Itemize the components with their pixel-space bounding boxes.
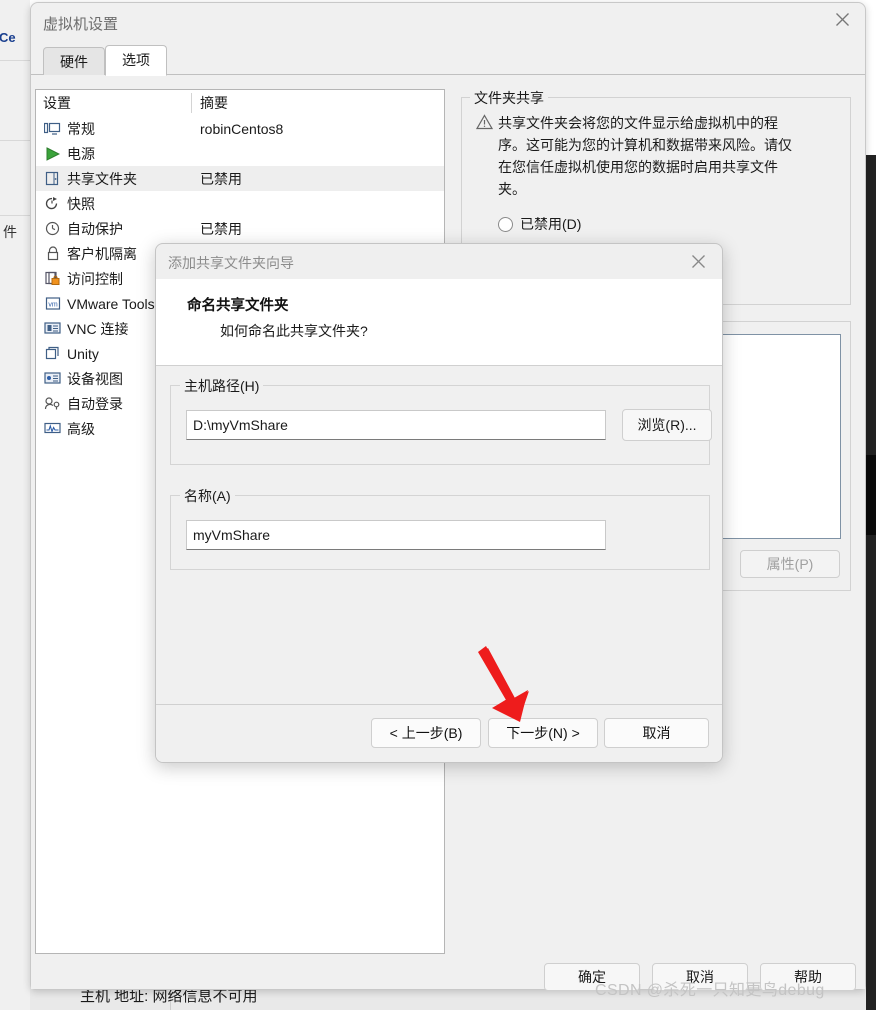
window-title: 虚拟机设置 [43,13,118,34]
close-icon[interactable] [678,247,718,275]
folder-sharing-warning-text: 共享文件夹会将您的文件显示给虚拟机中的程序。这可能为您的计算机和数据带来风险。请… [498,112,798,200]
radio-disabled[interactable]: 已禁用(D) [498,214,581,234]
column-header-setting: 设置 [36,93,191,113]
folder-icon [43,170,62,187]
background-divider [0,140,30,141]
host-path-group: 主机路径(H) D:\myVmShare 浏览(R)... [170,385,710,465]
settings-row-label: 设备视图 [67,369,123,389]
access-lock-icon [43,270,62,287]
watermark-text: CSDN @杀死一只知更鸟debug [595,976,825,1000]
radio-disabled-label: 已禁用(D) [520,214,581,234]
tabstrip: 硬件 选项 [31,43,865,75]
settings-row-label: 常规 [67,119,95,139]
settings-row-label: 自动登录 [67,394,123,414]
svg-text:vm: vm [48,302,58,309]
unity-icon [43,345,62,362]
name-group: 名称(A) myVmShare [170,495,710,570]
snapshot-icon [43,195,62,212]
wizard-body: 主机路径(H) D:\myVmShare 浏览(R)... 名称(A) myVm… [156,367,722,704]
background-divider [0,60,30,61]
properties-button[interactable]: 属性(P) [740,550,840,578]
monitor-icon [43,120,62,137]
background-status-text: 主机 地址: 网络信息不可用 [80,990,258,1006]
background-left-strip [0,0,30,1010]
column-header-summary: 摘要 [191,93,228,113]
settings-row-label: 客户机隔离 [67,244,137,264]
settings-row-general[interactable]: 常规 robinCentos8 [36,116,444,141]
wizard-title: 添加共享文件夹向导 [168,253,294,273]
lock-icon [43,245,62,262]
next-button[interactable]: 下一步(N) > [488,718,598,748]
settings-list-header: 设置 摘要 [36,90,444,116]
settings-row-shared-folders[interactable]: 共享文件夹 已禁用 [36,166,444,191]
clock-icon [43,220,62,237]
settings-row-label: VNC 连接 [67,319,128,339]
background-divider [0,215,30,216]
background-status-text-clip: 主机 地址: 网络信息不可用 [80,990,500,1010]
advanced-icon [43,420,62,437]
background-partial-label: Ce [0,30,16,45]
settings-row-power[interactable]: 电源 [36,141,444,166]
tab-hardware[interactable]: 硬件 [43,47,105,76]
close-icon[interactable] [819,3,865,35]
auto-login-icon [43,395,62,412]
name-input[interactable]: myVmShare [186,520,606,550]
wizard-subheading: 如何命名此共享文件夹? [220,321,368,341]
warning-triangle-icon [476,112,498,200]
settings-row-summary: robinCentos8 [191,121,283,137]
settings-row-label: 访问控制 [67,269,123,289]
settings-row-label: VMware Tools [67,296,155,312]
add-shared-folder-wizard: 添加共享文件夹向导 命名共享文件夹 如何命名此共享文件夹? 主机路径(H) D:… [155,243,723,763]
radio-circle-icon [498,217,513,232]
folder-sharing-group-title: 文件夹共享 [470,88,548,108]
settings-row-label: 共享文件夹 [67,169,137,189]
vnc-icon [43,320,62,337]
device-view-icon [43,370,62,387]
browse-button[interactable]: 浏览(R)... [622,409,712,441]
name-label: 名称(A) [180,486,235,506]
wizard-titlebar: 添加共享文件夹向导 [156,244,722,279]
folder-sharing-warning: 共享文件夹会将您的文件显示给虚拟机中的程序。这可能为您的计算机和数据带来风险。请… [476,112,838,200]
settings-row-label: 高级 [67,419,95,439]
settings-row-label: Unity [67,346,99,362]
host-path-input[interactable]: D:\myVmShare [186,410,606,440]
background-dark-panel [866,155,876,1010]
background-partial-label-2: 件 [3,222,17,242]
settings-row-label: 自动保护 [67,219,123,239]
vmware-tools-icon: vm [43,295,62,312]
tab-options[interactable]: 选项 [105,45,167,76]
settings-row-snapshot[interactable]: 快照 [36,191,444,216]
wizard-footer: < 上一步(B) 下一步(N) > 取消 [156,704,722,762]
window-titlebar: 虚拟机设置 [31,3,865,43]
settings-row-summary: 已禁用 [191,219,242,239]
screen-root: Ce 件 主机 地址: 网络信息不可用 虚拟机设置 硬件 选项 [0,0,876,1010]
settings-row-label: 电源 [67,144,95,164]
cancel-button[interactable]: 取消 [604,718,709,748]
header-separator [191,93,192,113]
settings-row-autoprotect[interactable]: 自动保护 已禁用 [36,216,444,241]
wizard-heading: 命名共享文件夹 [187,294,289,315]
wizard-header: 命名共享文件夹 如何命名此共享文件夹? [156,279,722,366]
host-path-label: 主机路径(H) [180,376,263,396]
background-dark-panel-2 [866,455,876,535]
back-button[interactable]: < 上一步(B) [371,718,481,748]
settings-row-summary: 已禁用 [191,169,242,189]
play-icon [43,145,62,162]
settings-row-label: 快照 [67,194,95,214]
